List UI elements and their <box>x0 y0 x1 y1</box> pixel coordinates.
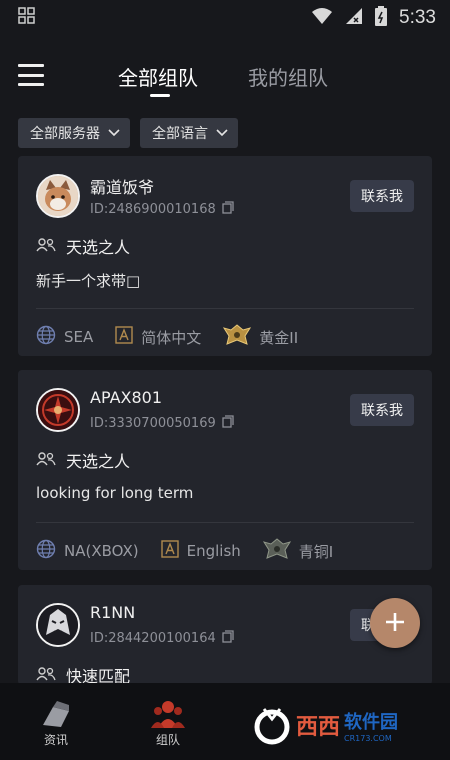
language-icon <box>115 326 133 348</box>
divider <box>36 308 414 309</box>
battery-icon <box>375 6 388 30</box>
player-id: ID:2844200100164 <box>90 631 216 646</box>
chevron-down-icon <box>216 125 228 141</box>
language-tag: 简体中文 <box>115 326 201 348</box>
player-id-row: ID:2844200100164 <box>90 630 234 647</box>
wifi-icon <box>311 7 333 29</box>
player-id-row: ID:3330700050169 <box>90 415 234 432</box>
server-filter-label: 全部服务器 <box>30 126 100 142</box>
region-label: SEA <box>64 328 94 346</box>
game-mode: 天选之人 <box>36 234 130 258</box>
player-id: ID:2486900010168 <box>90 202 216 217</box>
nav-item-news[interactable]: 资讯 <box>16 697 96 748</box>
globe-icon <box>36 539 56 563</box>
player-name: APAX801 <box>90 388 163 407</box>
nav-item-team[interactable]: 组队 <box>128 697 208 748</box>
plus-icon <box>384 606 406 641</box>
team-card[interactable]: 霸道饭爷 ID:2486900010168 联系我 天选之人 新手一个求带□ S… <box>18 156 432 356</box>
tab-my-teams[interactable]: 我的组队 <box>248 62 328 91</box>
logo-icon <box>254 708 290 745</box>
watermark-url: CR173.COM <box>344 733 392 743</box>
game-mode: 天选之人 <box>36 448 130 472</box>
clock-time: 5:33 <box>399 7 436 28</box>
rank-label: 青铜I <box>298 542 334 561</box>
player-name: 霸道饭爷 <box>90 178 155 197</box>
active-tab-indicator <box>150 94 170 97</box>
team-icon <box>128 697 208 731</box>
player-id: ID:3330700050169 <box>90 416 216 431</box>
copy-icon[interactable] <box>222 201 234 218</box>
language-tag: English <box>160 540 241 562</box>
team-card[interactable]: APAX801 ID:3330700050169 联系我 天选之人 lookin… <box>18 370 432 570</box>
tab-all-teams[interactable]: 全部组队 <box>118 62 198 91</box>
menu-icon[interactable] <box>18 64 44 86</box>
nav-label-news: 资讯 <box>43 733 68 747</box>
news-icon <box>16 697 96 731</box>
team-description: 新手一个求带□ <box>36 272 141 290</box>
group-icon <box>36 237 56 256</box>
globe-icon <box>36 325 56 349</box>
region-tag: SEA <box>36 325 93 349</box>
team-card[interactable]: R1NN ID:2844200100164 联系我 快速匹配 <box>18 585 432 686</box>
avatar <box>36 603 80 647</box>
game-mode-label: 天选之人 <box>66 238 131 257</box>
rank-label: 黄金II <box>259 328 299 347</box>
filter-bar: 全部服务器 全部语言 <box>18 118 238 148</box>
language-filter-label: 全部语言 <box>152 126 208 142</box>
team-tags: NA(XBOX) English 青铜I <box>36 538 355 564</box>
watermark-text: 软件园 CR173.COM <box>344 708 398 743</box>
rank-tag: 黄金II <box>223 324 298 350</box>
team-tags: SEA 简体中文 黄金II <box>36 324 320 350</box>
app-grid-icon <box>18 7 36 29</box>
game-mode-label: 天选之人 <box>66 452 131 471</box>
group-icon <box>36 666 56 685</box>
rank-tag: 青铜I <box>262 538 334 564</box>
server-filter-dropdown[interactable]: 全部服务器 <box>18 118 130 148</box>
player-name: R1NN <box>90 603 136 622</box>
language-label: English <box>186 542 241 560</box>
divider <box>36 522 414 523</box>
status-bar: 5:33 <box>0 0 450 36</box>
language-filter-dropdown[interactable]: 全部语言 <box>140 118 238 148</box>
avatar <box>36 174 80 218</box>
region-label: NA(XBOX) <box>64 542 139 560</box>
player-id-row: ID:2486900010168 <box>90 201 234 218</box>
language-icon <box>160 540 179 562</box>
site-watermark-logo: 西西 软件园 CR173.COM <box>252 702 436 748</box>
contact-button[interactable]: 联系我 <box>350 180 414 212</box>
copy-icon[interactable] <box>222 415 234 432</box>
signal-icon <box>345 7 363 29</box>
region-tag: NA(XBOX) <box>36 539 139 563</box>
top-header: 全部组队 我的组队 <box>0 50 450 102</box>
chevron-down-icon <box>108 125 120 141</box>
group-icon <box>36 451 56 470</box>
contact-button[interactable]: 联系我 <box>350 394 414 426</box>
language-label: 简体中文 <box>141 328 202 347</box>
gold-rank-icon <box>223 324 252 350</box>
create-team-button[interactable] <box>370 598 420 648</box>
bronze-rank-icon <box>262 538 291 564</box>
watermark-main: 西西 <box>296 715 341 740</box>
team-description: looking for long term <box>36 484 194 502</box>
nav-label-team: 组队 <box>155 733 180 747</box>
watermark-sub: 软件园 <box>344 711 399 733</box>
copy-icon[interactable] <box>222 630 234 647</box>
avatar <box>36 388 80 432</box>
